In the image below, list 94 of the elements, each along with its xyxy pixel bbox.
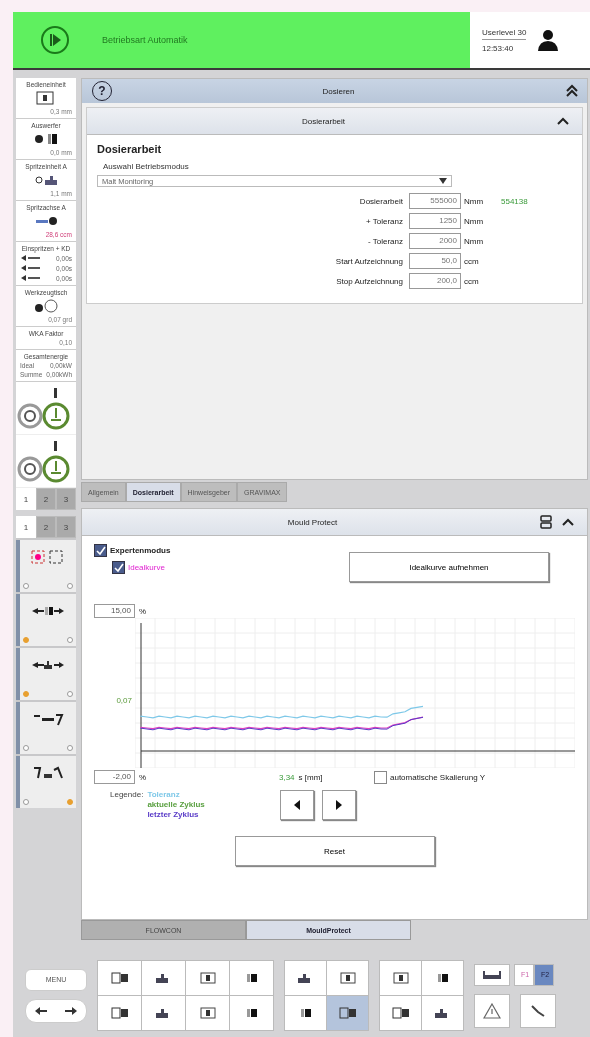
field-label: Start Aufzeichnung	[334, 256, 404, 266]
legend-item: letzter Zyklus	[147, 810, 200, 819]
caret-icon	[439, 178, 447, 184]
input-field[interactable]: 555000	[409, 193, 461, 209]
toolbar-button[interactable]	[230, 961, 273, 995]
unit-label: Nmm	[464, 196, 485, 206]
section-title: Dosierarbeit	[300, 116, 347, 126]
field-label: - Toleranz	[367, 236, 404, 246]
toolbar-button[interactable]	[422, 961, 463, 995]
function-button[interactable]	[16, 648, 76, 700]
unit-label: ccm	[464, 256, 480, 266]
checkbox-label: Expertenmodus	[110, 546, 171, 555]
panel-title: Dosieren	[321, 86, 356, 96]
unit-label: %	[139, 772, 147, 782]
toolbar-button[interactable]	[98, 996, 141, 1030]
mode-label: Betriebsart Automatik	[102, 35, 188, 45]
function-button[interactable]	[16, 594, 76, 646]
input-field[interactable]: 1250	[409, 213, 461, 229]
checkbox[interactable]	[112, 561, 125, 574]
number-tab[interactable]: 3	[56, 516, 76, 538]
number-tab[interactable]: 2	[36, 516, 56, 538]
tool-button[interactable]	[520, 993, 556, 1028]
legend-item: Toleranz	[147, 790, 181, 799]
arrow-icon	[20, 264, 42, 272]
legend-title: Legende:	[110, 790, 144, 801]
toolbar-button[interactable]	[327, 996, 368, 1030]
section-title: Mould Protect	[286, 517, 339, 527]
checkmark-icon	[112, 561, 125, 574]
number-tab[interactable]: 3	[56, 488, 76, 510]
record-button[interactable]: Idealkurve aufnehmen	[349, 552, 549, 582]
mode-label: Auswahl Betriebsmodus	[103, 162, 190, 171]
arrow-right-icon	[64, 1005, 78, 1016]
warning-icon	[483, 1002, 501, 1019]
machine-part-icon	[34, 298, 58, 314]
play-icon	[40, 25, 70, 55]
function-button[interactable]	[16, 702, 76, 754]
y-min-field[interactable]: -2,00	[94, 770, 135, 784]
function-button[interactable]	[16, 756, 76, 808]
double-chevron-up-icon	[565, 84, 579, 98]
triangle-right-icon	[335, 800, 343, 810]
checkmark-icon	[94, 544, 107, 557]
checkbox[interactable]	[374, 770, 387, 784]
userlevel-label: Userlevel 30	[482, 27, 527, 40]
unit-label: s [mm]	[298, 772, 323, 782]
chevron-up-icon	[556, 116, 570, 126]
current-reading: 554138	[501, 196, 529, 206]
toolbar-button[interactable]	[230, 996, 273, 1030]
chevron-up-icon	[561, 517, 575, 527]
arrow-icon	[20, 274, 42, 282]
warning-button[interactable]	[474, 993, 510, 1028]
toolbar-button[interactable]	[422, 996, 463, 1030]
toolbar-button[interactable]	[285, 961, 326, 995]
clock-time: 12:53:40	[482, 43, 515, 53]
toolbar-button[interactable]	[142, 996, 185, 1030]
reset-button[interactable]: Reset	[234, 836, 435, 866]
machine-part-icon	[108, 1005, 131, 1021]
y-max-field[interactable]: 15,00	[94, 604, 135, 618]
toolbar-button[interactable]	[98, 961, 141, 995]
number-tab[interactable]: 2	[36, 488, 56, 510]
machine-part-icon	[34, 131, 58, 147]
legend-item: aktuelle Zyklus	[147, 800, 205, 809]
arrow-icon	[20, 254, 42, 262]
field-label: + Toleranz	[365, 216, 404, 226]
toolbar-button[interactable]	[285, 996, 326, 1030]
field-label: Stop Aufzeichnung	[335, 276, 404, 286]
unit-label: Nmm	[464, 216, 485, 226]
checkbox-label: Idealkurve	[128, 563, 165, 572]
input-field[interactable]: 200,0	[409, 273, 461, 289]
input-field[interactable]: 50,0	[409, 253, 461, 269]
toolbar-button[interactable]	[474, 963, 510, 986]
undo-redo-control[interactable]	[25, 998, 87, 1023]
unit-label: ccm	[464, 276, 480, 286]
field-label: Dosierarbeit	[358, 196, 404, 206]
user-icon	[536, 28, 561, 52]
checkbox-label: automatische Skalierung Y	[390, 772, 486, 782]
toolbar-button[interactable]	[380, 996, 421, 1030]
previous-button[interactable]	[280, 790, 314, 820]
input-field[interactable]: 2000	[409, 233, 461, 249]
toolbar-button[interactable]	[142, 961, 185, 995]
unit-label: Nmm	[464, 236, 485, 246]
machine-motion-icon	[30, 548, 66, 566]
y-reading: 0,07	[115, 696, 133, 705]
x-reading: 3,34	[279, 772, 295, 782]
arrow-left-icon	[34, 1005, 48, 1016]
split-view-icon	[539, 515, 553, 529]
triangle-left-icon	[293, 800, 301, 810]
next-button[interactable]	[322, 790, 356, 820]
machine-part-icon	[336, 1005, 359, 1021]
checkbox[interactable]	[94, 544, 107, 557]
number-tab[interactable]: 1	[16, 516, 36, 538]
unit-label: %	[139, 606, 147, 616]
machine-part-icon	[108, 970, 131, 986]
section-heading: Dosierarbeit	[97, 143, 163, 155]
machine-part-icon	[389, 1005, 412, 1021]
